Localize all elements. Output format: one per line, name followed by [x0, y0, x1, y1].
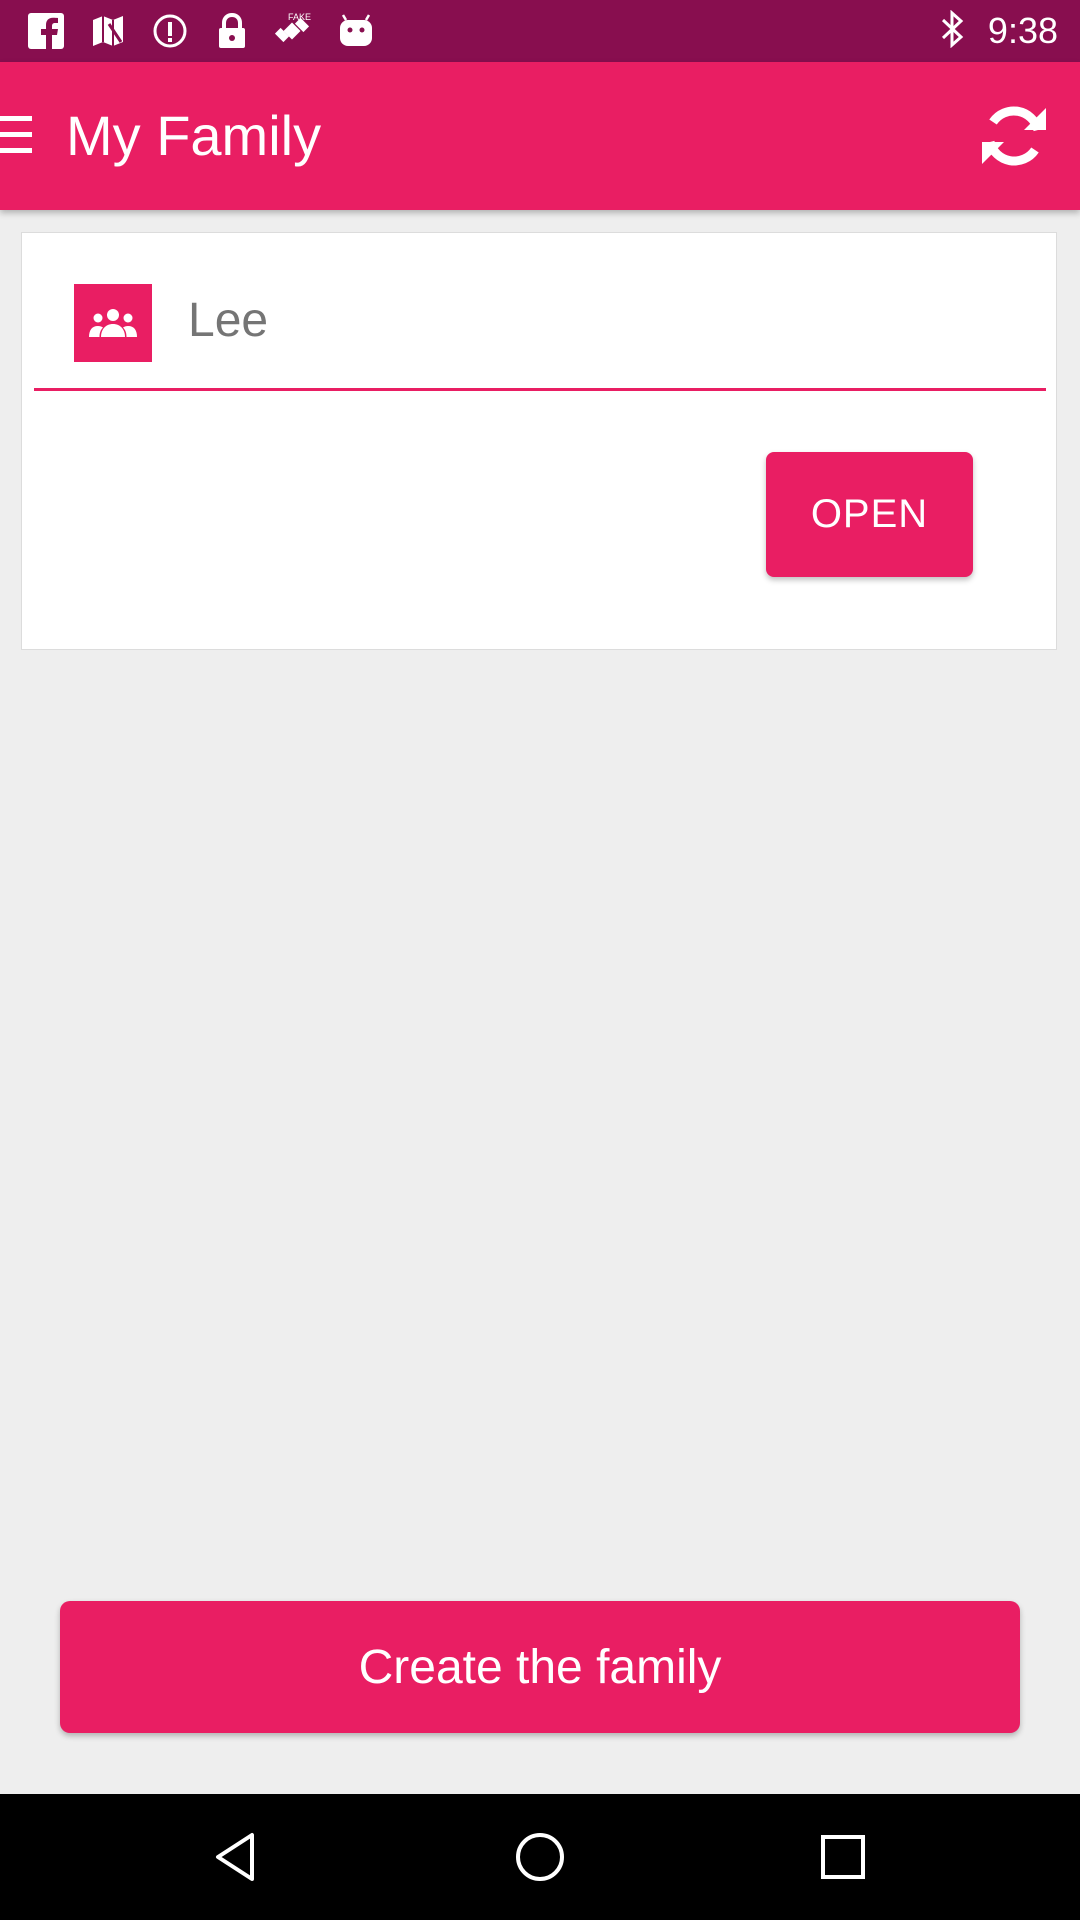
open-button[interactable]: OPEN	[766, 452, 973, 577]
bluetooth-icon	[940, 9, 966, 53]
lock-icon	[212, 11, 252, 51]
family-name: Lee	[188, 294, 269, 347]
group-icon	[74, 284, 152, 362]
create-family-button[interactable]: Create the family	[60, 1601, 1020, 1733]
app-bar: My Family	[0, 62, 1080, 210]
recents-icon[interactable]	[813, 1827, 873, 1887]
facebook-icon	[26, 11, 66, 51]
maps-icon	[88, 11, 128, 51]
navigation-bar	[0, 1794, 1080, 1920]
status-time: 9:38	[987, 10, 1058, 51]
home-icon[interactable]	[510, 1827, 570, 1887]
page-title: My Family	[66, 104, 322, 167]
family-card: Lee OPEN	[21, 232, 1057, 650]
refresh-icon[interactable]	[978, 100, 1050, 172]
menu-icon[interactable]	[0, 112, 34, 158]
family-row[interactable]: Lee	[34, 233, 1046, 391]
status-icons-right: 9:38	[940, 0, 1058, 62]
status-bar: FAKE 9:38	[0, 0, 1080, 62]
info-circle-icon	[150, 11, 190, 51]
status-icons-left: FAKE	[26, 0, 376, 62]
android-icon	[336, 11, 376, 51]
back-icon[interactable]	[208, 1827, 268, 1887]
fake-gps-icon: FAKE	[274, 11, 314, 51]
svg-text:FAKE: FAKE	[288, 12, 311, 22]
